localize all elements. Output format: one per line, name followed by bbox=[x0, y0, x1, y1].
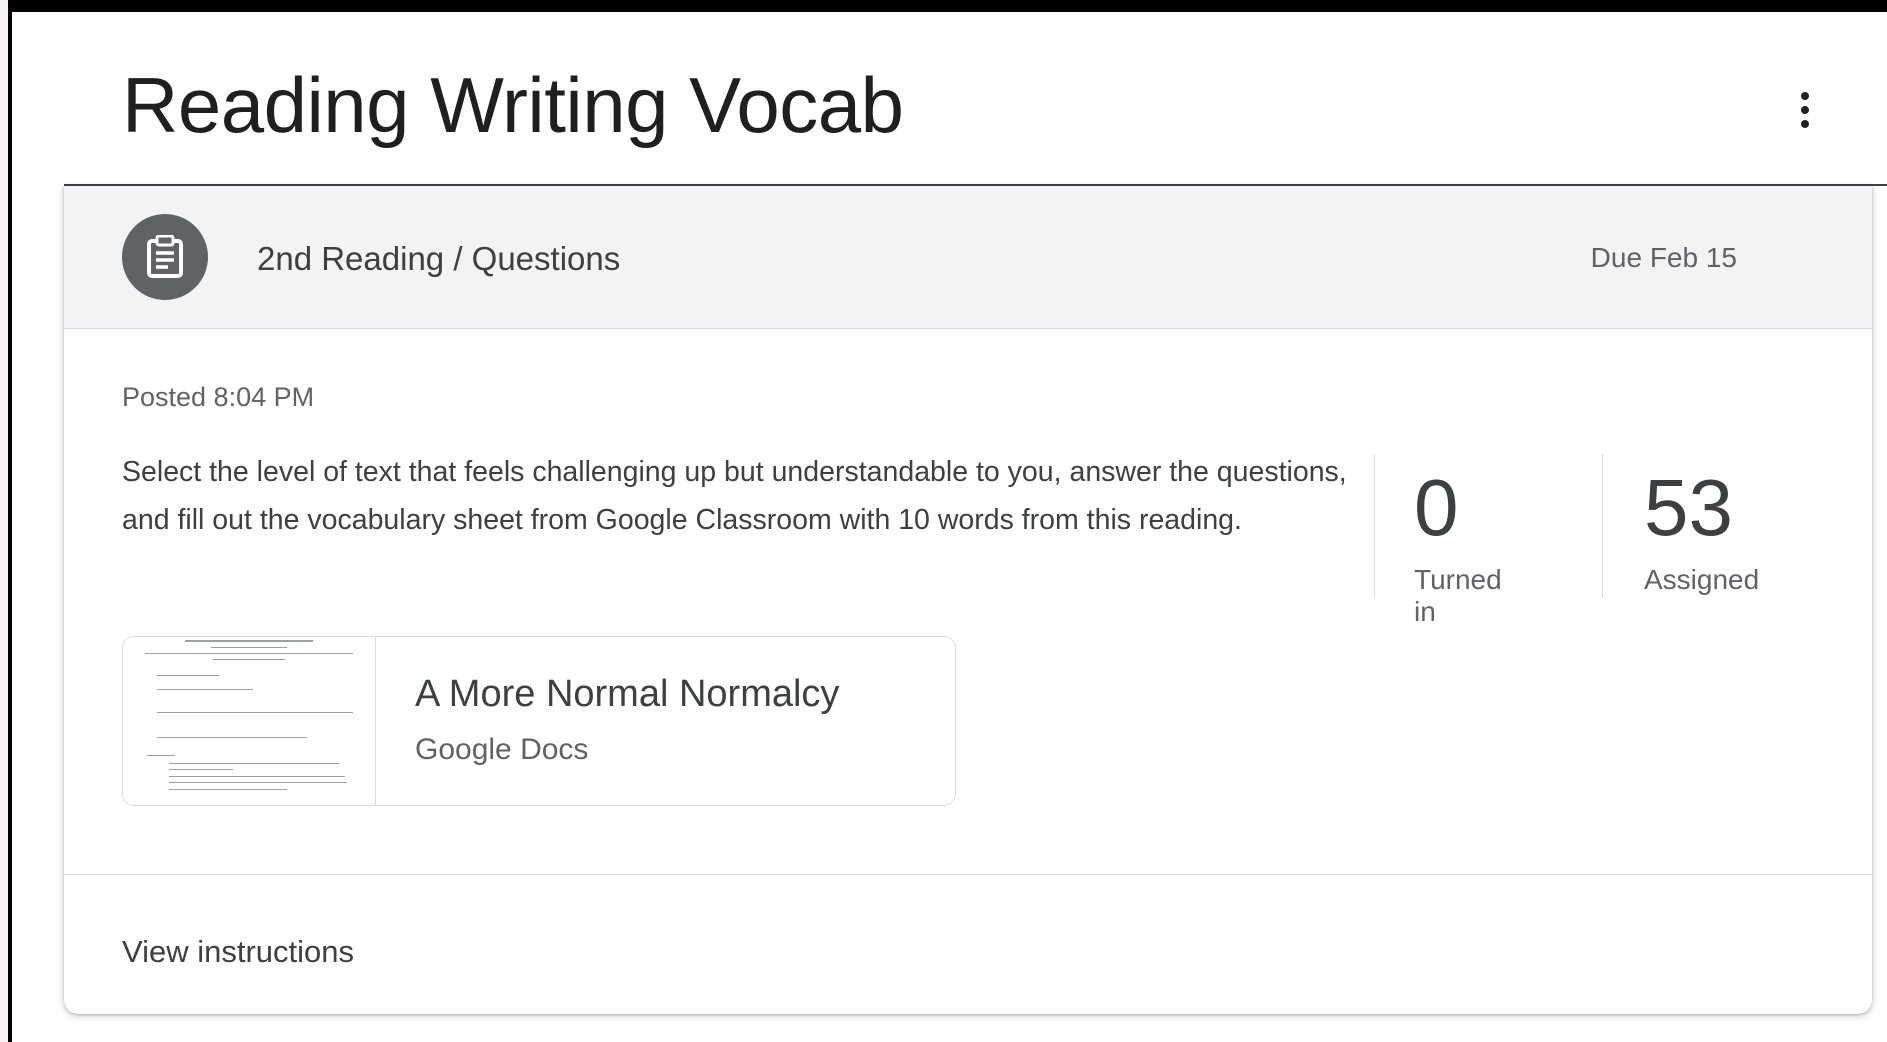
classroom-page: Reading Writing Vocab 2nd Reading / Ques… bbox=[0, 0, 1887, 1042]
assigned-count: 53 bbox=[1644, 463, 1733, 552]
more-vert-icon[interactable] bbox=[1788, 82, 1822, 138]
view-instructions-link[interactable]: View instructions bbox=[122, 934, 354, 970]
assignment-header[interactable]: 2nd Reading / Questions Due Feb 15 bbox=[64, 186, 1872, 329]
assignment-icon bbox=[122, 214, 208, 300]
assigned-label: Assigned bbox=[1644, 564, 1760, 595]
topic-title: Reading Writing Vocab bbox=[122, 61, 904, 149]
topic-header: Reading Writing Vocab bbox=[12, 12, 1887, 184]
dot bbox=[1801, 92, 1809, 100]
posted-time: Posted 8:04 PM bbox=[122, 382, 315, 412]
turned-in-count: 0 bbox=[1414, 463, 1459, 552]
dot bbox=[1801, 120, 1809, 128]
due-date: Due Feb 15 bbox=[1590, 242, 1737, 273]
stat-divider bbox=[1374, 454, 1375, 598]
attachment-type: Google Docs bbox=[415, 733, 589, 766]
assignment-title: 2nd Reading / Questions bbox=[257, 240, 621, 277]
attachment-card[interactable]: A More Normal Normalcy Google Docs bbox=[122, 636, 956, 806]
document-thumbnail bbox=[123, 637, 376, 805]
attachment-title: A More Normal Normalcy bbox=[415, 673, 840, 715]
stat-divider bbox=[1602, 454, 1603, 598]
turned-in-stat[interactable]: 0 Turned in bbox=[1414, 454, 1502, 628]
card-divider bbox=[64, 874, 1872, 875]
turned-in-label: Turned in bbox=[1414, 564, 1502, 627]
assignment-card: 2nd Reading / Questions Due Feb 15 Poste… bbox=[64, 186, 1872, 1014]
dot bbox=[1801, 106, 1809, 114]
assignment-description: Select the level of text that feels chal… bbox=[122, 456, 1347, 536]
assigned-stat[interactable]: 53 Assigned bbox=[1644, 454, 1759, 596]
